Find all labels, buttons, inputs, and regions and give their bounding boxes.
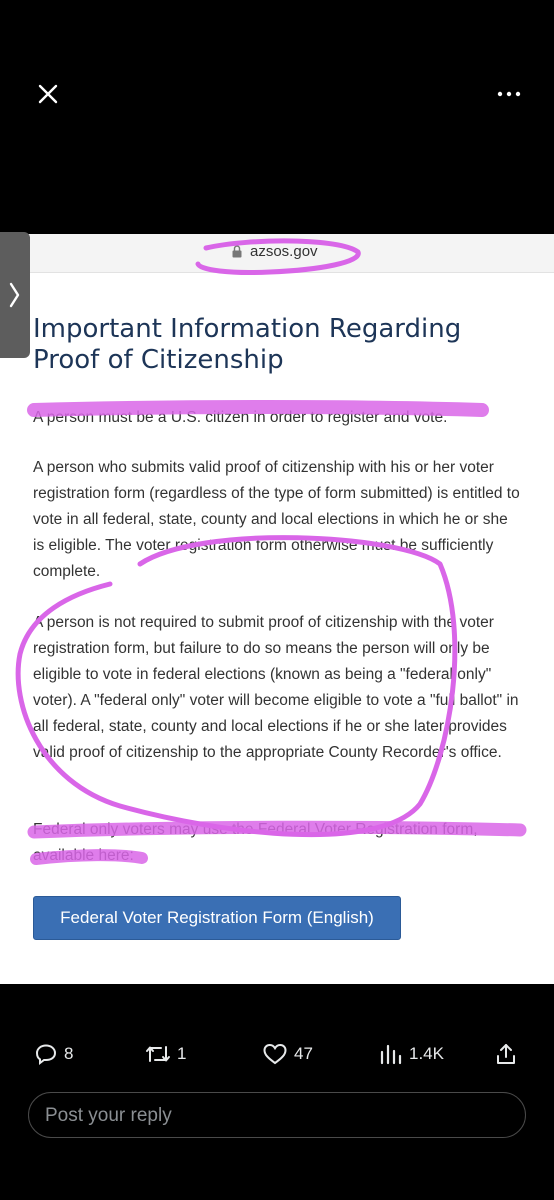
more-icon[interactable] (494, 84, 524, 104)
side-panel-toggle[interactable] (0, 232, 30, 358)
like-button[interactable]: 47 (262, 1032, 313, 1076)
views-icon (380, 1044, 402, 1065)
views-button[interactable]: 1.4K (379, 1032, 444, 1076)
lock-icon (232, 245, 242, 258)
repost-count: 1 (177, 1044, 187, 1063)
top-bar (0, 0, 554, 190)
repost-button[interactable]: 1 (145, 1032, 186, 1076)
federal-form-button[interactable]: Federal Voter Registration Form (English… (33, 896, 401, 940)
page-title: Important Information Regarding Proof of… (33, 314, 462, 375)
reply-count: 8 (64, 1044, 74, 1063)
share-icon (497, 1044, 515, 1064)
close-icon[interactable] (36, 82, 60, 106)
paragraph-proof-submitted: A person who submits valid proof of citi… (33, 459, 520, 580)
post-actions-bar: 8 1 47 1.4K (0, 1032, 554, 1076)
like-count: 47 (294, 1044, 313, 1063)
reply-input[interactable] (43, 1093, 507, 1139)
reply-button[interactable]: 8 (34, 1032, 73, 1076)
url-text: azsos.gov (250, 243, 318, 260)
paragraph-federal-only: A person is not required to submit proof… (33, 614, 519, 761)
views-count: 1.4K (409, 1044, 444, 1063)
url-bar: azsos.gov (0, 234, 554, 273)
reply-icon (35, 1044, 57, 1065)
repost-icon (146, 1046, 170, 1062)
reply-box (28, 1092, 526, 1139)
chevron-right-icon (9, 282, 20, 308)
screenshot-image: azsos.gov Important Information Regardin… (0, 234, 554, 984)
paragraph-citizen-requirement: A person must be a U.S. citizen in order… (33, 409, 448, 426)
share-button[interactable] (494, 1032, 518, 1076)
paragraph-federal-form: Federal only voters may use the Federal … (33, 821, 478, 864)
like-icon (263, 1043, 287, 1065)
